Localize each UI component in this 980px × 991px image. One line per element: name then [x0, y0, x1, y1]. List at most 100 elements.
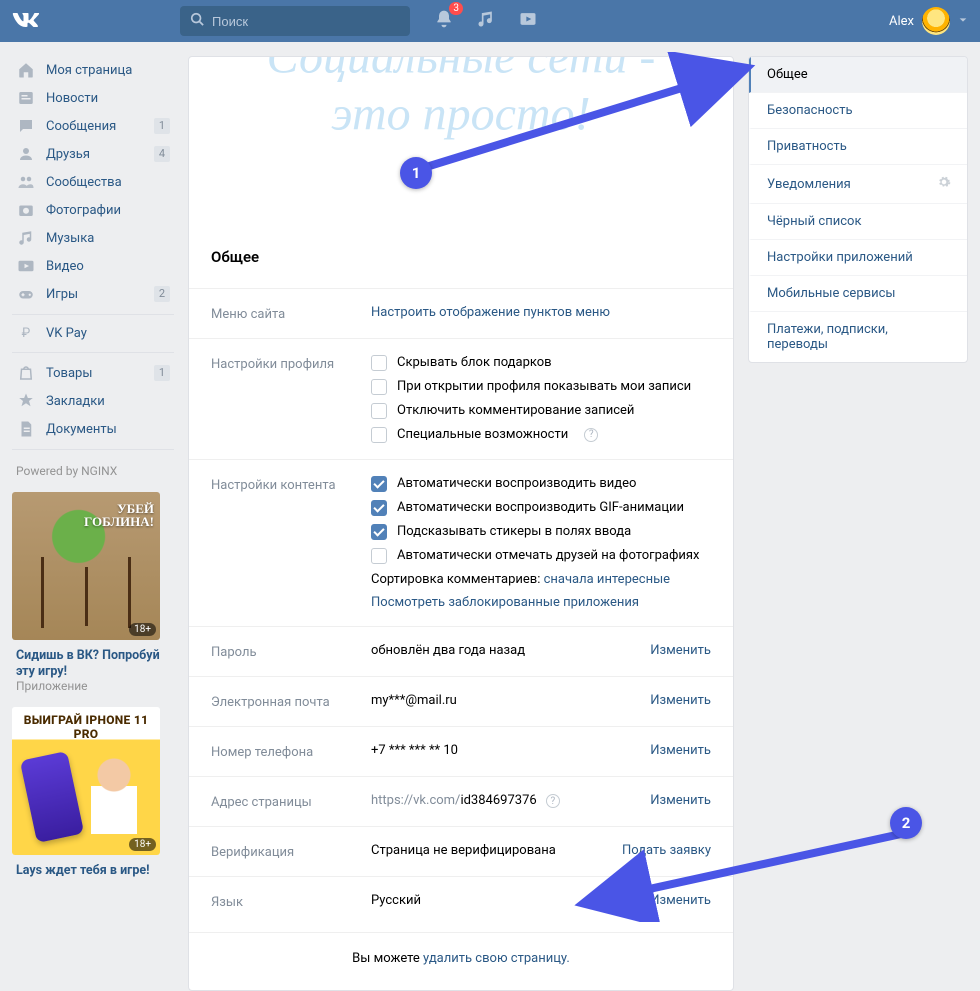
settings-tab[interactable]: Общее	[749, 57, 967, 93]
checkbox-row[interactable]: При открытии профиля показывать мои запи…	[371, 379, 711, 395]
settings-tab-label: Общее	[767, 67, 808, 82]
change-link[interactable]: Изменить	[650, 793, 711, 808]
sidebar-item[interactable]: Видео	[12, 252, 174, 280]
checkbox-row[interactable]: Автоматически отмечать друзей на фотогра…	[371, 548, 711, 564]
change-link[interactable]: Изменить	[650, 693, 711, 708]
sidebar-item[interactable]: Фотографии	[12, 196, 174, 224]
settings-tab-label: Приватность	[767, 139, 847, 154]
checkbox[interactable]	[371, 476, 387, 492]
change-link[interactable]: Изменить	[650, 743, 711, 758]
sidebar-item[interactable]: Товары1	[12, 359, 174, 387]
sidebar-item[interactable]: Игры2	[12, 280, 174, 308]
music-icon[interactable]	[476, 9, 496, 33]
top-header: 3 Alex	[0, 0, 980, 42]
watermark: Soc-FAQ.ru Социальные сети - это просто!	[189, 56, 733, 143]
row-label: Язык	[211, 893, 371, 910]
ad-title[interactable]: Lays ждет тебя в игре!	[12, 863, 174, 879]
email-value: my***@mail.ru	[371, 693, 650, 708]
checkbox-row[interactable]: Скрывать блок подарков	[371, 355, 711, 371]
checkbox-row[interactable]: Автоматически воспроизводить GIF-анимаци…	[371, 500, 711, 516]
market-icon	[16, 364, 36, 382]
settings-tab[interactable]: Уведомления	[749, 165, 967, 204]
sidebar-item[interactable]: Музыка	[12, 224, 174, 252]
checkbox-label: Автоматически воспроизводить видео	[397, 476, 636, 491]
user-menu[interactable]: Alex	[889, 7, 968, 35]
sidebar-item[interactable]: Сообщества	[12, 168, 174, 196]
video-icon[interactable]	[518, 9, 538, 33]
settings-tab[interactable]: Настройки приложений	[749, 240, 967, 276]
phone-value: +7 *** *** ** 10	[371, 743, 650, 758]
photo-icon	[16, 201, 36, 219]
settings-tab[interactable]: Безопасность	[749, 93, 967, 129]
sidebar-item[interactable]: Друзья4	[12, 140, 174, 168]
search-box[interactable]	[180, 6, 410, 36]
sidebar-item[interactable]: Моя страница	[12, 56, 174, 84]
sidebar-item-label: Игры	[46, 287, 78, 302]
checkbox-row[interactable]: Подсказывать стикеры в полях ввода	[371, 524, 711, 540]
ad-image: УБЕЙ ГОБЛИНА! 18+	[12, 492, 160, 640]
row-label: Настройки профиля	[211, 355, 371, 372]
menu-display-link[interactable]: Настроить отображение пунктов меню	[371, 305, 610, 320]
apply-link[interactable]: Подать заявку	[622, 843, 711, 858]
sidebar-item-vkpay[interactable]: ₽ VK Pay	[12, 321, 174, 346]
checkbox[interactable]	[371, 427, 387, 443]
search-icon	[190, 12, 204, 30]
bookmark-icon	[16, 392, 36, 410]
sort-value-link[interactable]: сначала интересные	[544, 572, 670, 587]
checkbox-row[interactable]: Отключить комментирование записей	[371, 403, 711, 419]
ad-card[interactable]: ВЫИГРАЙ IPHONE 11 PRO 18+	[12, 707, 160, 855]
row-label: Меню сайта	[211, 305, 371, 322]
notifications-icon[interactable]: 3	[434, 9, 454, 33]
sidebar-item-label: VK Pay	[46, 326, 87, 341]
verify-value: Страница не верифицирована	[371, 843, 622, 858]
gear-icon[interactable]	[937, 175, 951, 193]
lang-value: Русский	[371, 893, 650, 908]
age-badge: 18+	[129, 838, 156, 851]
help-icon[interactable]: ?	[546, 794, 560, 808]
left-sidebar: Моя страницаНовостиСообщения1Друзья4Сооб…	[12, 56, 174, 879]
sidebar-item-label: Видео	[46, 259, 84, 274]
divider	[12, 314, 174, 315]
notifications-badge: 3	[449, 2, 463, 15]
row-label: Пароль	[211, 643, 371, 660]
settings-tab[interactable]: Платежи, подписки, переводы	[749, 312, 967, 362]
settings-tab-label: Безопасность	[767, 103, 853, 118]
checkbox[interactable]	[371, 355, 387, 371]
checkbox-row[interactable]: Автоматически воспроизводить видео	[371, 476, 711, 492]
ad-subtitle: Приложение	[12, 679, 174, 707]
checkbox-label: Подсказывать стикеры в полях ввода	[397, 524, 631, 539]
avatar	[922, 7, 950, 35]
coin-icon: ₽	[16, 326, 36, 341]
checkbox[interactable]	[371, 524, 387, 540]
checkbox[interactable]	[371, 548, 387, 564]
sidebar-item-label: Документы	[46, 422, 117, 437]
checkbox[interactable]	[371, 403, 387, 419]
settings-tab-label: Настройки приложений	[767, 250, 913, 265]
checkbox-label: При открытии профиля показывать мои запи…	[397, 379, 691, 394]
vk-logo-icon[interactable]	[12, 13, 40, 29]
help-icon[interactable]: ?	[584, 428, 598, 442]
sort-line: Сортировка комментариев: сначала интерес…	[371, 572, 711, 587]
sidebar-item-label: Музыка	[46, 231, 94, 246]
ad-banner-text: ВЫИГРАЙ IPHONE 11 PRO	[12, 713, 160, 741]
change-link[interactable]: Изменить	[650, 643, 711, 658]
sidebar-item[interactable]: Новости	[12, 84, 174, 112]
ad-card[interactable]: УБЕЙ ГОБЛИНА! 18+	[12, 492, 160, 640]
settings-tab[interactable]: Чёрный список	[749, 204, 967, 240]
sidebar-item[interactable]: Документы	[12, 415, 174, 443]
delete-page-link[interactable]: удалить свою страницу.	[423, 951, 570, 966]
checkbox[interactable]	[371, 500, 387, 516]
user-name: Alex	[889, 14, 914, 29]
settings-tab[interactable]: Приватность	[749, 129, 967, 165]
ad-title[interactable]: Сидишь в ВК? Попробуй эту игру!	[12, 648, 174, 679]
settings-tab[interactable]: Мобильные сервисы	[749, 276, 967, 312]
row-label: Верификация	[211, 843, 371, 860]
checkbox[interactable]	[371, 379, 387, 395]
sidebar-item[interactable]: Сообщения1	[12, 112, 174, 140]
search-input[interactable]	[212, 14, 400, 29]
ad-overlay-text: УБЕЙ ГОБЛИНА!	[84, 502, 154, 528]
checkbox-row[interactable]: Специальные возможности?	[371, 427, 711, 443]
blocked-apps-link[interactable]: Посмотреть заблокированные приложения	[371, 595, 639, 610]
change-link[interactable]: Изменить	[650, 893, 711, 908]
sidebar-item[interactable]: Закладки	[12, 387, 174, 415]
